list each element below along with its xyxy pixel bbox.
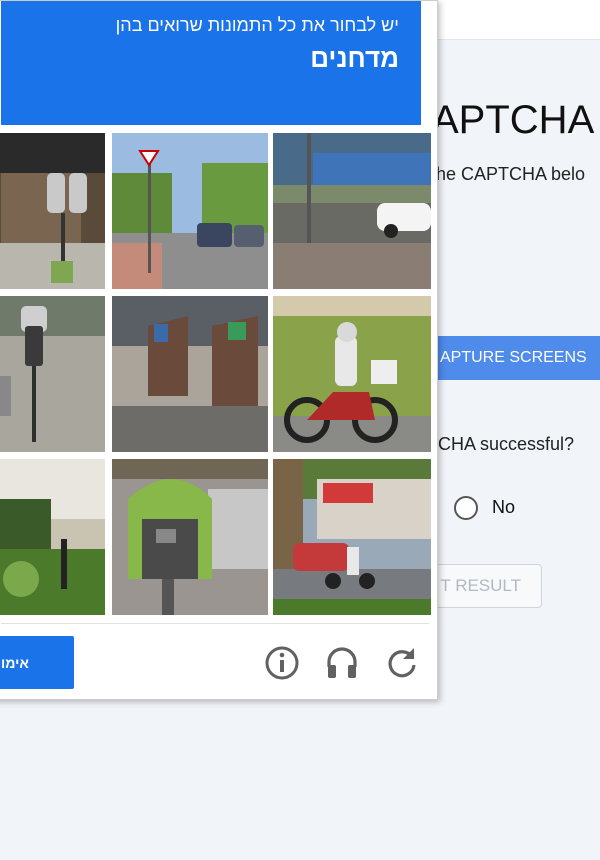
reload-icon[interactable] [384,645,420,681]
captcha-tile-3-3[interactable] [273,459,431,615]
footer-divider [1,623,429,624]
captcha-tile-1-2[interactable] [112,133,268,289]
radio-no[interactable] [454,496,478,520]
verify-button[interactable]: אימות [0,636,74,689]
capture-screenshot-button[interactable]: APTURE SCREENS [430,336,600,380]
captcha-tile-2-1[interactable] [0,296,105,452]
success-question: CHA successful? [438,434,575,454]
captcha-header: יש לבחור את כל התמונות שרואים בהן מדחנים [1,1,421,125]
page-instruction: he CAPTCHA belo [436,164,586,184]
captcha-popup: יש לבחור את כל התמונות שרואים בהן מדחנים [0,0,438,700]
captcha-instruction: יש לבחור את כל התמונות שרואים בהן [115,15,399,35]
headphones-icon[interactable] [324,645,360,681]
captcha-tile-3-2[interactable] [112,459,268,615]
captcha-tile-1-3[interactable] [273,133,431,289]
page-title: APTCHA [432,98,595,142]
captcha-target-word: מדחנים [310,43,399,73]
radio-no-label: No [492,497,516,517]
captcha-tile-2-3[interactable] [273,296,431,452]
captcha-image-grid [0,133,431,615]
info-icon[interactable] [264,645,300,681]
captcha-tile-3-1[interactable] [0,459,105,615]
captcha-tile-2-2[interactable] [112,296,268,452]
captcha-tile-1-1[interactable] [0,133,105,289]
